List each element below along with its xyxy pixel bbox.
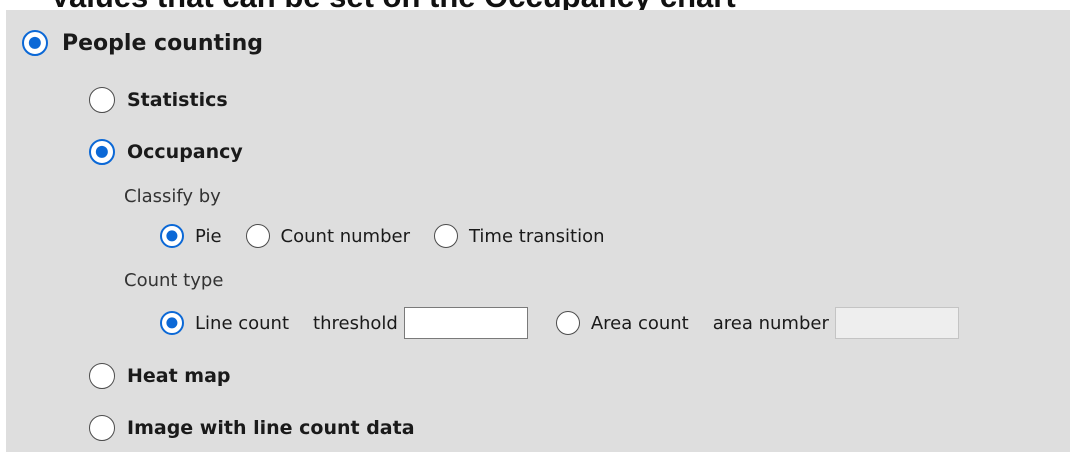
image-line-count-radio[interactable] [89,415,115,441]
threshold-label: threshold [313,312,398,334]
area-number-label: area number [712,312,829,334]
count-type-options: Line count threshold Area count area num… [160,307,959,339]
count-type-heading: Count type [124,270,224,291]
line-count-radio[interactable] [160,311,184,335]
time-transition-radio[interactable] [433,224,458,248]
occupancy-radio[interactable] [89,139,115,165]
pie-radio[interactable] [160,224,184,248]
occupancy-label: Occupancy [127,141,243,163]
area-count-radio[interactable] [555,311,580,335]
heat-map-radio[interactable] [89,363,115,389]
classify-by-options: Pie Count number Time transition [160,224,605,248]
people-counting-radio[interactable] [22,30,48,56]
pie-label: Pie [195,225,222,247]
statistics-radio[interactable] [89,87,115,113]
statistics-option[interactable]: Statistics [89,87,228,113]
area-count-label: Area count [590,312,689,334]
image-line-count-label: Image with line count data [127,417,415,439]
people-counting-label: People counting [62,30,263,56]
area-number-input[interactable] [834,307,959,339]
count-number-label: Count number [280,225,410,247]
heat-map-option[interactable]: Heat map [89,363,231,389]
occupancy-option[interactable]: Occupancy [89,139,243,165]
people-counting-option[interactable]: People counting [22,30,263,56]
time-transition-label: Time transition [468,225,605,247]
threshold-input[interactable] [403,307,528,339]
classify-by-heading: Classify by [124,186,221,207]
statistics-label: Statistics [127,89,228,111]
count-number-radio[interactable] [245,224,270,248]
heat-map-label: Heat map [127,365,231,387]
line-count-label: Line count [195,312,290,334]
image-line-count-option[interactable]: Image with line count data [89,415,415,441]
